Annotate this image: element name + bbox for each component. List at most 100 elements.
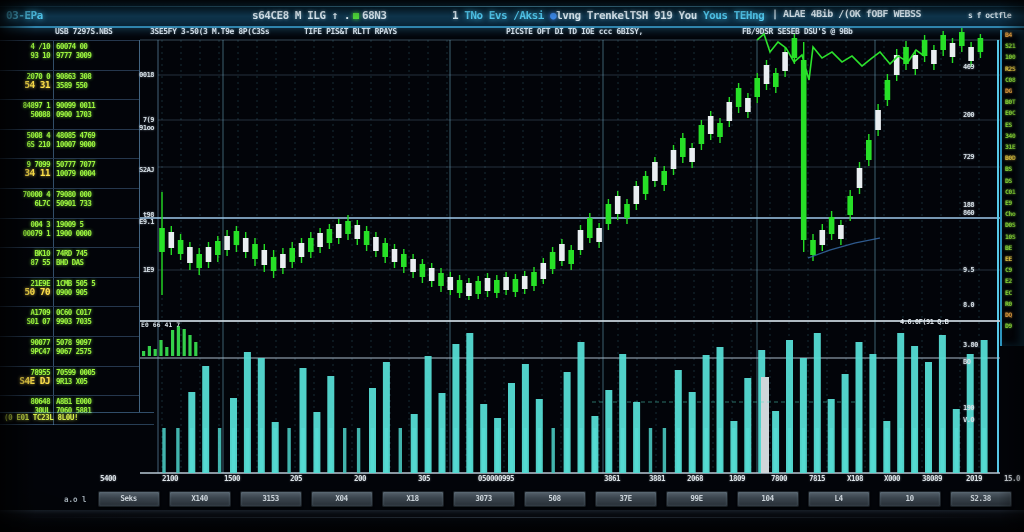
status-square-icon: [353, 13, 359, 19]
time-label: 7800: [771, 474, 787, 483]
quote-value: 100: [1005, 52, 1024, 63]
price-label-left: 1E9: [120, 266, 154, 274]
quote-value: B4: [1005, 30, 1024, 41]
volume-bars: [162, 333, 987, 473]
watchlist-row[interactable]: 21E9E50 701CMB 505 50900 905: [0, 277, 139, 307]
time-label: 3861: [604, 474, 620, 483]
title-segment: 1: [452, 9, 464, 22]
watchlist-row[interactable]: A1709S01 070C60 C0179903 7035: [0, 306, 139, 336]
watchlist-row[interactable]: 70000 46L7C79080 00050901 733: [0, 188, 139, 218]
function-key-button[interactable]: 10: [879, 491, 941, 507]
time-label: 7815: [809, 474, 825, 483]
watchlist-cell-left: 4 /1093 10: [0, 41, 54, 70]
candlesticks: [159, 28, 983, 300]
function-key-button[interactable]: 99E: [666, 491, 728, 507]
watchlist-cell-left: BK1087 55: [0, 248, 54, 277]
function-key-button[interactable]: X04: [311, 491, 373, 507]
time-label: 38089: [922, 474, 942, 483]
price-label-right: 860: [963, 209, 974, 217]
quote-value: D9: [1005, 321, 1024, 332]
price-label-right: 9.5: [963, 266, 974, 274]
title-segment: TNo Evs /Aksi: [464, 9, 550, 22]
watchlist-cell-left: 84897 150088: [0, 100, 54, 129]
mini-sparkline: E0 66 41 7: [141, 321, 197, 356]
function-key-row: a.o l Seks X140 3153 X04 X18 3073 508 37E 99E 104…: [64, 491, 1012, 507]
function-key-button[interactable]: Seks: [98, 491, 160, 507]
quote-value: 10S: [1005, 232, 1024, 243]
time-label: X108: [847, 474, 863, 483]
watchlist-cell-left: A1709S01 07: [0, 307, 54, 336]
quote-value: C01: [1005, 187, 1024, 198]
chart-area[interactable]: E0 66 41 7: [138, 28, 1000, 480]
quote-value: R0: [1005, 299, 1024, 310]
price-label-left: 7(9: [120, 116, 154, 124]
quote-value: C08: [1005, 75, 1024, 86]
header-corner-label: s f octfle: [968, 11, 1011, 20]
price-label-right: 188: [963, 201, 974, 209]
time-label: 2068: [687, 474, 703, 483]
quote-value: BS: [1005, 164, 1024, 175]
candlestick-volume-chart[interactable]: E0 66 41 7: [138, 28, 1000, 480]
time-label: 205: [290, 474, 302, 483]
function-key-button[interactable]: S2.38: [950, 491, 1012, 507]
blue-trend-curve: [808, 238, 880, 258]
function-key-button[interactable]: X18: [382, 491, 444, 507]
watchlist-row[interactable]: 4 /1093 1060074 009777 3009: [0, 40, 139, 70]
function-key-button[interactable]: L4: [808, 491, 870, 507]
watchlist-cell-left: 21E9E50 70: [0, 278, 54, 307]
time-label: 1500: [224, 474, 240, 483]
price-label-right: 3.80: [963, 341, 978, 349]
watchlist-row[interactable]: BK1087 5574RD 745BHD DAS: [0, 247, 139, 277]
time-label: 3881: [649, 474, 665, 483]
quote-value: Cho: [1005, 209, 1024, 220]
quote-value: E0C: [1005, 108, 1024, 119]
session-code: 03-EPa: [6, 9, 43, 22]
quote-value: E2: [1005, 276, 1024, 287]
watchlist-row[interactable]: 9 709934 1150777 707710079 0004: [0, 158, 139, 188]
price-label-left: E9.1: [120, 218, 154, 226]
quote-value: B0T: [1005, 97, 1024, 108]
watchlist-cell-left: 004 300079 1: [0, 219, 54, 248]
watchlist-row[interactable]: 900779PC475078 90979067 2575: [0, 336, 139, 366]
fkey-prefix: a.o l: [64, 495, 87, 504]
function-key-button[interactable]: 508: [524, 491, 586, 507]
title-segment: Yous TEHng: [703, 9, 764, 22]
time-label: 15.0: [1004, 474, 1020, 483]
time-label: 5400: [100, 474, 116, 483]
watchlist-row[interactable]: 78955S4E DJ70599 00059R13 X05: [0, 366, 139, 396]
highlighted-volume-bar: [761, 377, 769, 473]
price-label-right: 200: [963, 111, 974, 119]
time-label: X000: [884, 474, 900, 483]
quote-value: DS: [1005, 176, 1024, 187]
watchlist-row[interactable]: 5008 46S 21048085 476910007 9000: [0, 129, 139, 159]
quote-value: DQ: [1005, 310, 1024, 321]
time-label: 200: [354, 474, 366, 483]
function-key-button[interactable]: 104: [737, 491, 799, 507]
info-item: USB 7297S.NBS: [55, 27, 112, 36]
function-key-button[interactable]: 3073: [453, 491, 515, 507]
price-label-left: 91oo: [120, 124, 154, 132]
quote-value: E9: [1005, 198, 1024, 209]
watchlist-row[interactable]: 84897 15008890099 00110900 1703: [0, 99, 139, 129]
monitor-bezel: [0, 510, 1024, 532]
price-label-right: 469: [963, 63, 974, 71]
price-label-right: BO: [963, 358, 970, 366]
watchlist-cell-left: 2070 054 31: [0, 71, 54, 100]
price-label-left: 0018: [120, 71, 154, 79]
price-label-right: 8.0: [963, 301, 974, 309]
header-right-label: | ALAE 4Bib /(OK fOBF WEBSS: [772, 9, 921, 20]
quote-strip[interactable]: B4S21100R2SC08DGB0TE0CES34031EB0DBSDSC01…: [1000, 30, 1024, 346]
time-label: 1809: [729, 474, 745, 483]
watchlist-cell-left: 9 709934 11: [0, 159, 54, 188]
price-label-right: 729: [963, 153, 974, 161]
function-key-button[interactable]: 3153: [240, 491, 302, 507]
title-segment: lvng TrenkelTSH 919 You: [556, 9, 703, 22]
watchlist-row[interactable]: 2070 054 3190863 3083589 550: [0, 70, 139, 100]
function-key-button[interactable]: 37E: [595, 491, 657, 507]
quote-value: EC: [1005, 288, 1024, 299]
function-key-button[interactable]: X140: [169, 491, 231, 507]
watchlist-row[interactable]: 004 300079 119009 51900 0000: [0, 218, 139, 248]
watchlist-panel: 4 /1093 1060074 009777 30092070 054 3190…: [0, 40, 140, 412]
watchlist-cell-right: 5078 90979067 2575: [54, 337, 139, 366]
price-label-right: V.O: [963, 416, 974, 424]
